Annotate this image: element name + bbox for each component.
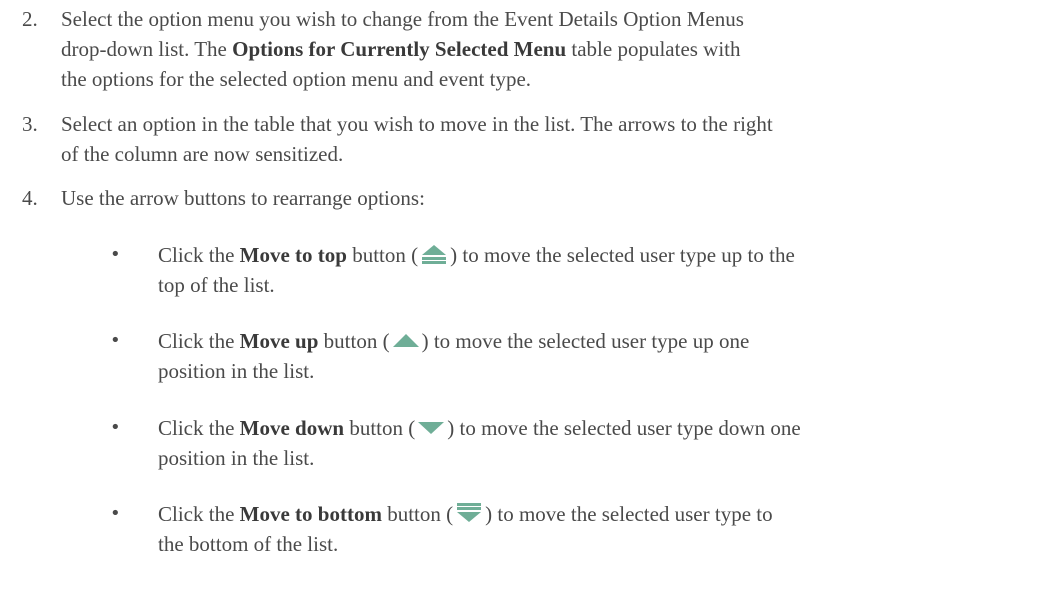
step-line: Select the option menu you wish to chang… <box>61 7 744 31</box>
text-run: table populates with <box>566 37 741 61</box>
text-run: button ( <box>318 329 390 353</box>
bullet-line: Click the Move to bottom button ( ) to mo… <box>158 499 997 529</box>
text-run: button ( <box>381 502 454 526</box>
bullet-line: top of the list. <box>158 273 275 297</box>
bullet-text: Click the Move to top button ( ) to move … <box>158 240 997 300</box>
bullet-line: position in the list. <box>158 446 315 470</box>
step-number: 4. <box>22 186 38 210</box>
text-run: button ( <box>346 243 419 267</box>
bold-term: Move to top <box>239 243 347 267</box>
step-line: drop-down list. The Options for Currentl… <box>61 34 1007 64</box>
step-text: Select an option in the table that you w… <box>61 109 1007 169</box>
bullet-text: Click the Move up button ( ) to move the … <box>158 326 997 386</box>
text-run: ) to move the selected user type up one <box>421 329 750 353</box>
text-run: ) to move the selected user type to <box>485 502 773 526</box>
move-to-top-icon <box>418 243 450 265</box>
text-run: button ( <box>344 416 416 440</box>
bullet-symbol: • <box>110 503 121 524</box>
step-line: Select an option in the table that you w… <box>61 112 773 136</box>
move-to-bottom-icon <box>453 502 485 524</box>
bullet-symbol: • <box>110 417 121 438</box>
step-line: Use the arrow buttons to rearrange optio… <box>61 186 425 210</box>
text-run: Click the <box>158 416 240 440</box>
bullet-line: Click the Move to top button ( ) to move … <box>158 240 997 270</box>
text-run: Click the <box>158 329 240 353</box>
step-text: Select the option menu you wish to chang… <box>61 4 1007 94</box>
bold-term: Options for Currently Selected Menu <box>232 37 567 61</box>
bullet-line: position in the list. <box>158 359 315 383</box>
text-run: Click the <box>158 502 240 526</box>
bullet-text: Click the Move down button ( ) to move th… <box>158 413 997 473</box>
move-down-icon <box>415 416 447 438</box>
step-line: the options for the selected option menu… <box>61 67 532 91</box>
bold-term: Move to bottom <box>239 502 382 526</box>
bold-term: Move down <box>239 416 345 440</box>
document-page: 2. Select the option menu you wish to ch… <box>0 0 1037 610</box>
text-run: drop-down list. The <box>61 37 233 61</box>
bullet-text: Click the Move to bottom button ( ) to mo… <box>158 499 997 559</box>
bullet-line: the bottom of the list. <box>158 532 339 556</box>
bullet-symbol: • <box>110 330 121 351</box>
step-line: of the column are now sensitized. <box>61 142 344 166</box>
text-run: ) to move the selected user type down on… <box>447 416 801 440</box>
text-run: ) to move the selected user type up to t… <box>450 243 795 267</box>
bullet-line: Click the Move down button ( ) to move th… <box>158 413 997 443</box>
step-number: 2. <box>22 7 38 31</box>
text-run: Click the <box>158 243 240 267</box>
bullet-symbol: • <box>110 244 121 265</box>
step-text: Use the arrow buttons to rearrange optio… <box>61 183 1007 213</box>
bullet-line: Click the Move up button ( ) to move the … <box>158 326 997 356</box>
step-number: 3. <box>22 112 38 136</box>
bold-term: Move up <box>239 329 319 353</box>
move-up-icon <box>390 329 422 351</box>
